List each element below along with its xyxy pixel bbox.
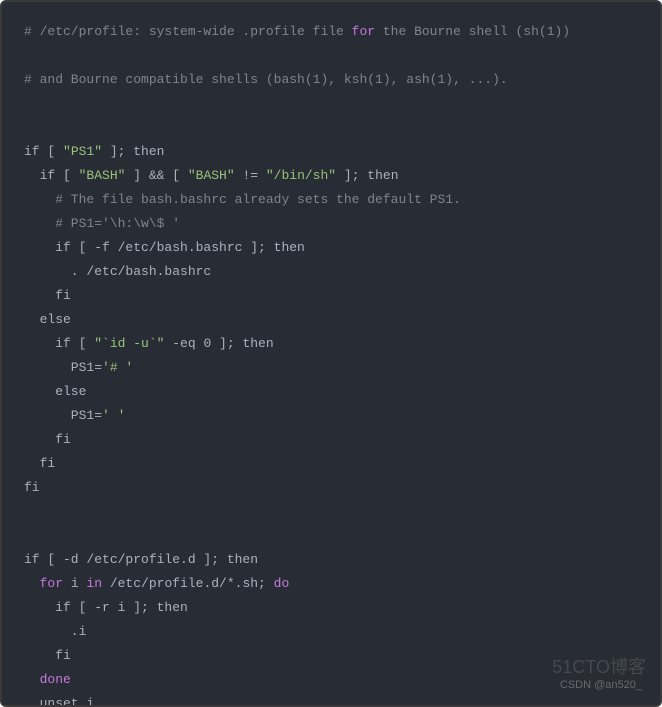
code-line: # PS1='\h:\w\$ ' [24,216,180,231]
code-line: # and Bourne compatible shells (bash(1),… [24,72,508,87]
code-line: fi [24,648,71,663]
code-line: if [ "BASH" ] && [ "BASH" != "/bin/sh" ]… [24,168,399,183]
code-line: PS1='# ' [24,360,133,375]
code-line: fi [24,288,71,303]
code-line: PS1=' ' [24,408,125,423]
code-line: fi [24,432,71,447]
code-line: else [24,312,71,327]
code-block: # /etc/profile: system-wide .profile fil… [2,2,660,707]
code-line: for i in /etc/profile.d/*.sh; do [24,576,289,591]
code-line: # /etc/profile: system-wide .profile fil… [24,24,570,39]
code-line: done [24,672,71,687]
code-editor-panel: # /etc/profile: system-wide .profile fil… [0,0,662,707]
code-line: else [24,384,86,399]
code-line: # The file bash.bashrc already sets the … [24,192,461,207]
code-line: if [ -f /etc/bash.bashrc ]; then [24,240,305,255]
code-line: . /etc/bash.bashrc [24,264,211,279]
code-line: fi [24,456,55,471]
code-line: if [ -r i ]; then [24,600,188,615]
code-line: fi [24,480,40,495]
code-line: unset i [24,696,94,707]
code-line: if [ "`id -u`" -eq 0 ]; then [24,336,274,351]
code-line: .i [24,624,86,639]
code-line: if [ -d /etc/profile.d ]; then [24,552,258,567]
code-line: if [ "PS1" ]; then [24,144,164,159]
